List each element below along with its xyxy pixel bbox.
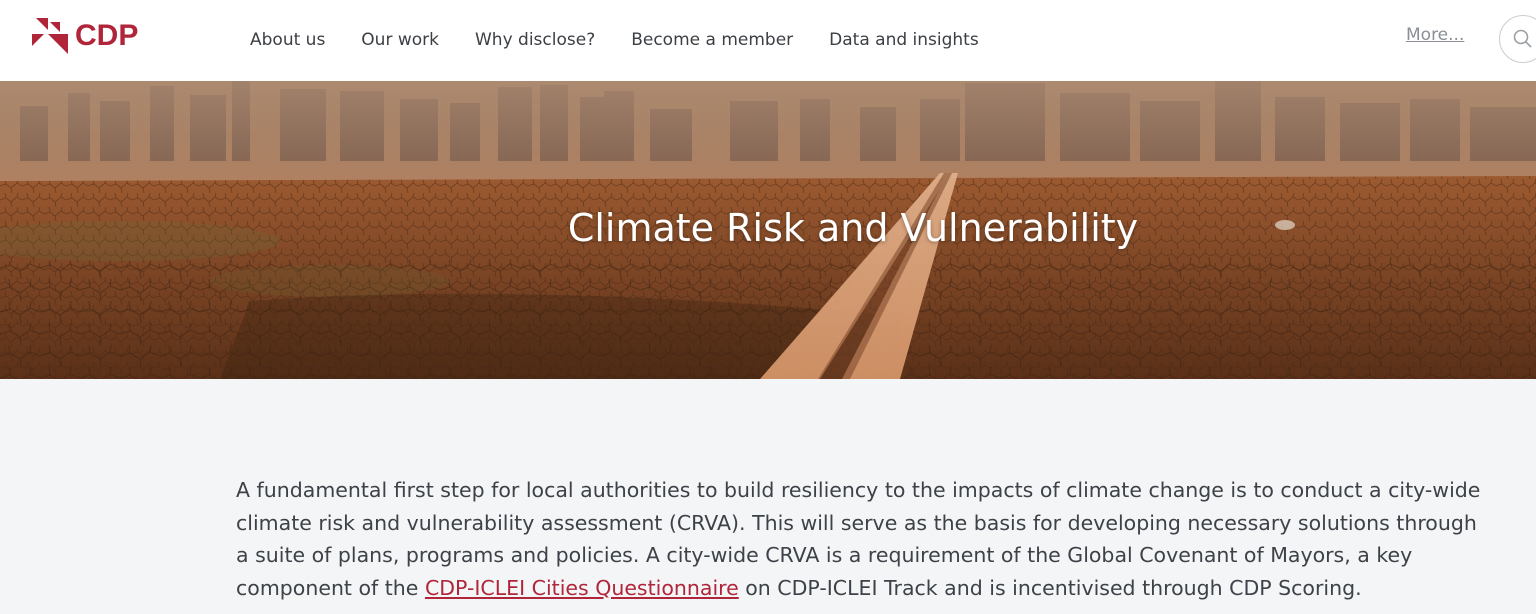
nav-item-why-disclose[interactable]: Why disclose? [475, 30, 595, 50]
search-icon [1513, 29, 1532, 48]
site-header: CDP About us Our work Why disclose? Beco… [0, 0, 1536, 81]
nav-item-about-us[interactable]: About us [250, 30, 325, 50]
search-button[interactable] [1499, 15, 1536, 63]
cdp-logo-mark-icon [32, 18, 68, 54]
nav-item-become-a-member[interactable]: Become a member [631, 30, 793, 50]
brand-name: CDP [75, 19, 139, 52]
cdp-logo[interactable]: CDP [30, 15, 138, 57]
nav-item-data-and-insights[interactable]: Data and insights [829, 30, 979, 50]
main-nav: About us Our work Why disclose? Become a… [232, 26, 997, 54]
nav-item-our-work[interactable]: Our work [361, 30, 439, 50]
intro-paragraph: A fundamental first step for local autho… [236, 474, 1486, 604]
hero-title-wrap: Climate Risk and Vulnerability [0, 206, 1536, 250]
intro-text-after-link: on CDP-ICLEI Track and is incentivised t… [738, 575, 1362, 600]
cdp-iclei-cities-questionnaire-link[interactable]: CDP-ICLEI Cities Questionnaire [425, 576, 739, 600]
hero-title: Climate Risk and Vulnerability [567, 206, 1139, 250]
hero-banner: Climate Risk and Vulnerability [0, 81, 1536, 379]
more-link[interactable]: More... [1406, 25, 1464, 45]
